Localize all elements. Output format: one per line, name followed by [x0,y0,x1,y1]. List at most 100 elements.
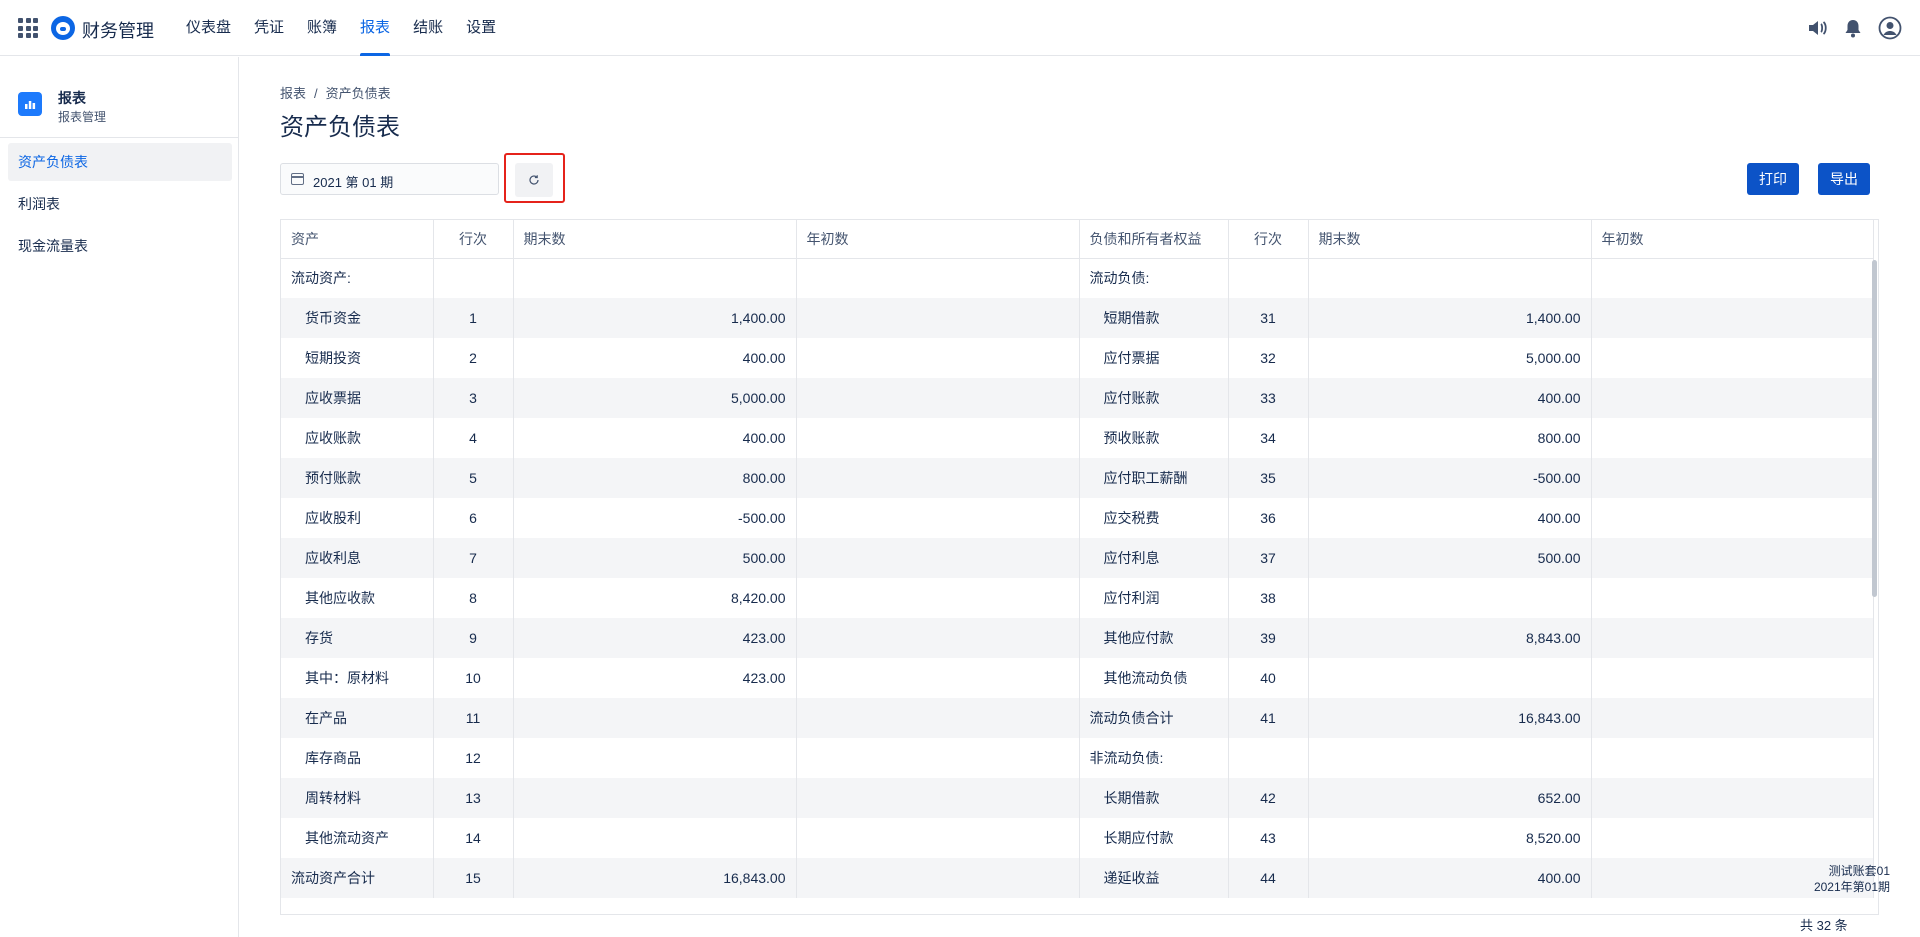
sidebar-item-1[interactable]: 利润表 [8,185,232,223]
sidebar: 报表 报表管理 资产负债表利润表现金流量表 [0,57,239,937]
table-row: 应收利息 7 500.00 应付利息 37 500.00 [281,538,1874,578]
volume-icon[interactable] [1806,17,1828,42]
table-cell: 应收账款 [281,418,434,458]
table-cell: 32 [1228,338,1309,378]
table-cell: 短期投资 [281,338,434,378]
table-cell: 9 [433,618,514,658]
table-row: 其他应收款 8 8,420.00 应付利润 38 [281,578,1874,618]
table-cell: 流动负债合计 [1079,698,1229,738]
page-title: 资产负债表 [280,114,400,141]
breadcrumb-root[interactable]: 报表 [280,86,306,101]
bell-icon[interactable] [1842,17,1864,42]
table-cell: 短期借款 [1079,298,1229,338]
table-cell [796,818,1080,858]
table-cell: 500.00 [1308,538,1592,578]
table-cell [1591,498,1874,538]
table-cell: 400.00 [513,338,797,378]
table-cell [796,778,1080,818]
top-bar: 财务管理 仪表盘 凭证 账簿 报表 结账 设置 [0,0,1920,56]
breadcrumb: 报表 / 资产负债表 [280,83,391,102]
table-cell: 非流动负债: [1079,738,1229,778]
nav-item-1[interactable]: 凭证 [254,0,284,56]
account-name: 测试账套01 [1828,864,1890,878]
export-button[interactable]: 导出 [1818,163,1870,195]
table-cell: 37 [1228,538,1309,578]
table-cell: 预付账款 [281,458,434,498]
column-header: 期末数 [513,220,797,259]
table-cell: 1 [433,298,514,338]
table-cell: 400.00 [1308,498,1592,538]
column-header: 负债和所有者权益 [1079,220,1229,259]
table-header-row: 资产 行次 期末数 年初数 负债和所有者权益 行次 期末数 年初数 [281,220,1874,259]
table-cell: 其他应收款 [281,578,434,618]
table-cell [1591,418,1874,458]
table-row: 库存商品 12 非流动负债: [281,738,1874,778]
sidebar-subtitle: 报表管理 [58,110,107,124]
user-avatar-icon[interactable] [1878,16,1902,43]
account-period: 2021年第01期 [1813,880,1890,894]
table-cell [1308,658,1592,698]
table-cell [1228,738,1309,778]
table-cell: 8 [433,578,514,618]
sidebar-item-2[interactable]: 现金流量表 [8,227,232,265]
nav-item-4[interactable]: 结账 [413,0,443,56]
table-cell: 4 [433,418,514,458]
table-cell [1591,778,1874,818]
table-cell: 42 [1228,778,1309,818]
table-cell: 400.00 [1308,858,1592,898]
table-cell: 39 [1228,618,1309,658]
table-cell: 8,843.00 [1308,618,1592,658]
table-cell: 7 [433,538,514,578]
table-cell [1228,258,1309,298]
nav-item-0[interactable]: 仪表盘 [186,0,231,56]
table-cell: 15 [433,858,514,898]
sidebar-header: 报表 报表管理 [0,57,238,138]
table-cell [433,258,514,298]
table-cell: 其他应付款 [1079,618,1229,658]
table-cell [1591,338,1874,378]
table-cell: 10 [433,658,514,698]
table-cell [513,738,797,778]
table-row: 周转材料 13 长期借款 42 652.00 [281,778,1874,818]
table-cell: 应收票据 [281,378,434,418]
table-cell: 40 [1228,658,1309,698]
period-value: 2021 第 01 期 [313,175,394,190]
table-cell [1591,618,1874,658]
table-scrollbar[interactable] [1872,260,1877,597]
table-cell: 12 [433,738,514,778]
period-picker[interactable]: 2021 第 01 期 [280,163,499,195]
app-title: 财务管理 [82,21,154,41]
table-cell: 500.00 [513,538,797,578]
table-cell: 存货 [281,618,434,658]
table-cell [1591,258,1874,298]
table-cell: 流动资产: [281,258,434,298]
nav-item-5[interactable]: 设置 [466,0,496,56]
table-cell [796,418,1080,458]
table-cell: 36 [1228,498,1309,538]
nav-item-2[interactable]: 账簿 [307,0,337,56]
breadcrumb-current: 资产负债表 [325,86,391,101]
table-cell [796,338,1080,378]
account-info: 测试账套01 2021年第01期 [1814,863,1890,895]
sidebar-item-0[interactable]: 资产负债表 [8,143,232,181]
table-cell: 递延收益 [1079,858,1229,898]
table-cell [1591,578,1874,618]
table-row: 短期投资 2 400.00 应付票据 32 5,000.00 [281,338,1874,378]
print-button[interactable]: 打印 [1747,163,1799,195]
table-cell: 1,400.00 [513,298,797,338]
table-cell [796,258,1080,298]
table-cell: 43 [1228,818,1309,858]
table-cell: 应付账款 [1079,378,1229,418]
table-cell: 423.00 [513,658,797,698]
table-cell [796,538,1080,578]
app-switcher-icon[interactable] [18,18,38,38]
table-row: 预付账款 5 800.00 应付职工薪酬 35 -500.00 [281,458,1874,498]
table-cell [1591,658,1874,698]
highlight-box [504,153,565,203]
table-cell: 在产品 [281,698,434,738]
table-row: 应收账款 4 400.00 预收账款 34 800.00 [281,418,1874,458]
table-cell [1591,538,1874,578]
nav-item-3[interactable]: 报表 [360,0,391,56]
column-header: 行次 [433,220,514,259]
main-nav: 仪表盘 凭证 账簿 报表 结账 设置 [186,0,519,56]
